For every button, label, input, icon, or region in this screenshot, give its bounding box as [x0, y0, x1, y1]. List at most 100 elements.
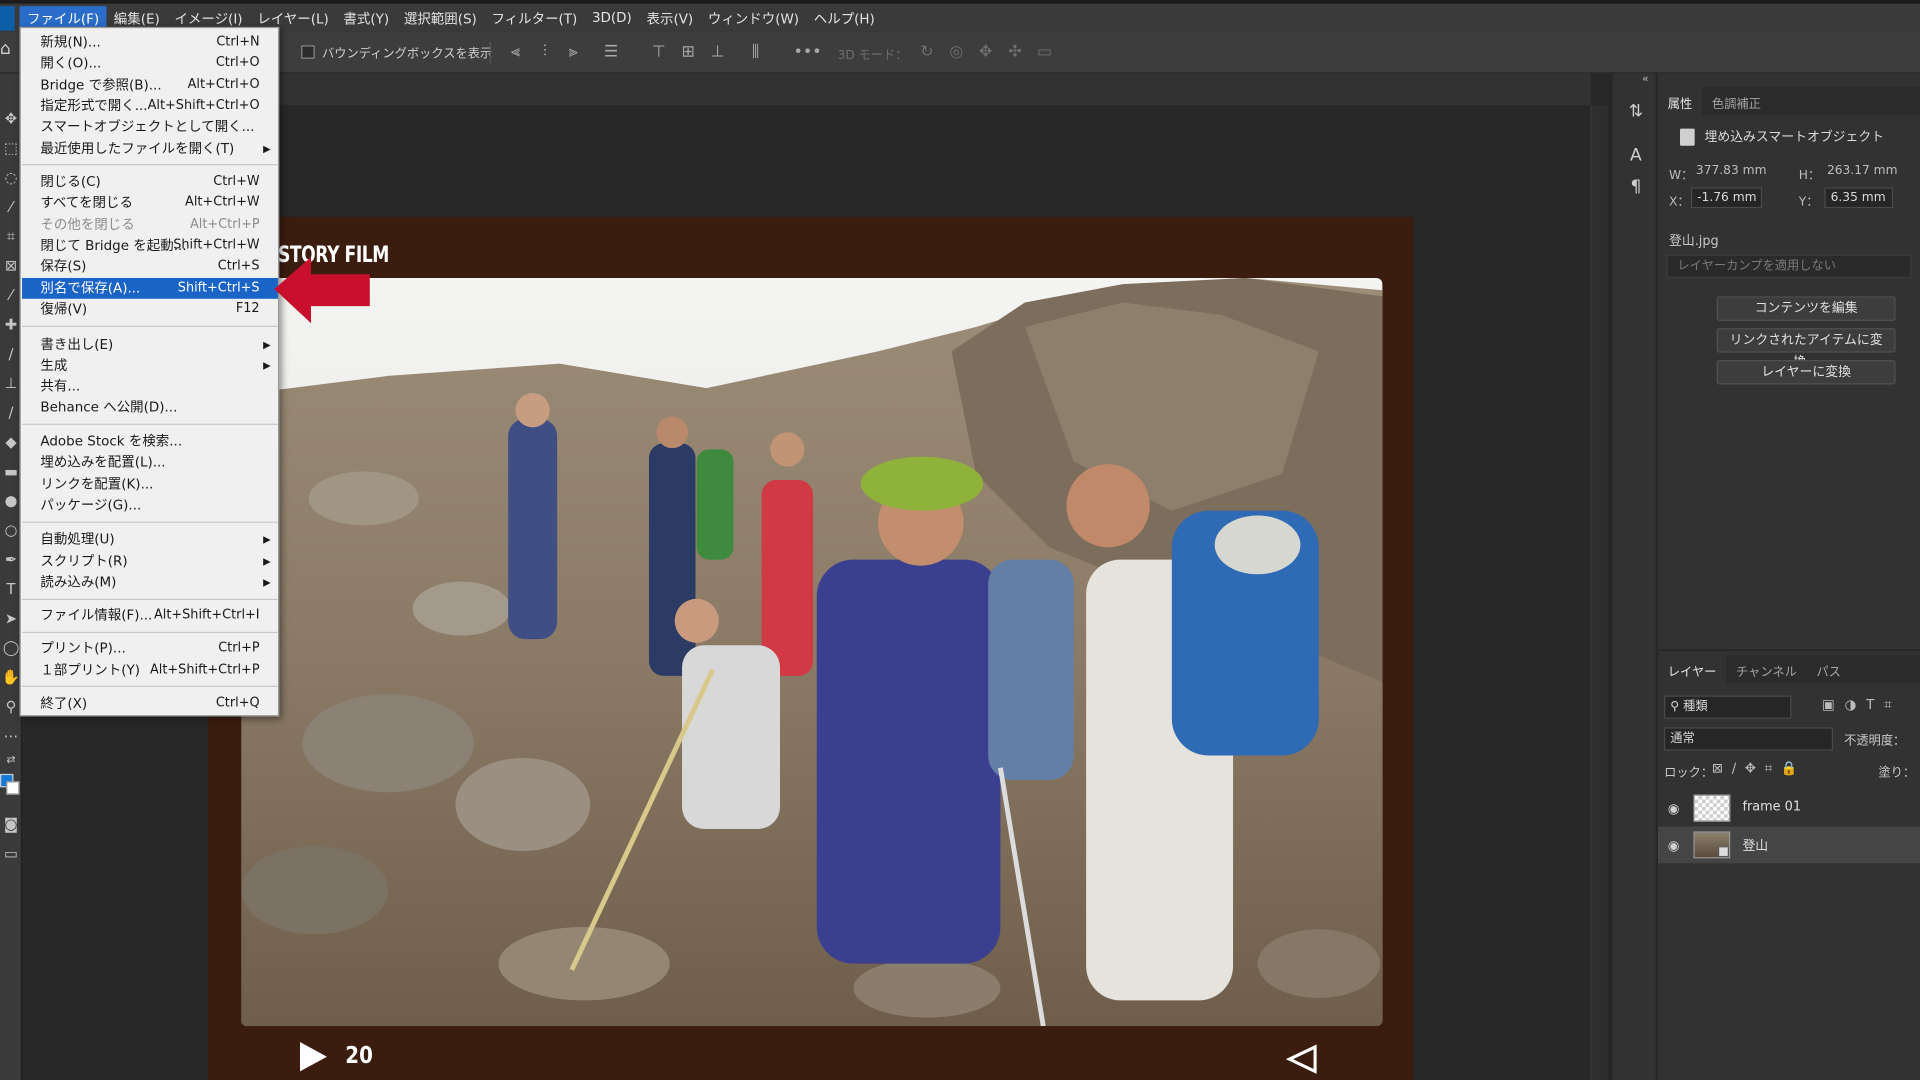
menu-item-file-info[interactable]: ファイル情報(F)... Alt+Shift+Ctrl+I	[22, 605, 278, 626]
screen-mode-icon[interactable]: ▭	[0, 842, 22, 864]
tab-layers[interactable]: レイヤー	[1657, 655, 1727, 684]
menu-item-scripts[interactable]: スクリプト(R) ▶	[22, 551, 278, 572]
layer-name: 登山	[1742, 838, 1769, 854]
menu-item-open-smart-object[interactable]: スマートオブジェクトとして開く...	[22, 116, 278, 137]
background-color-swatch[interactable]	[6, 781, 20, 795]
menu-help[interactable]: ヘルプ(H)	[806, 6, 882, 30]
fill-label: 塗り：	[1878, 766, 1916, 781]
align-bottom-icon[interactable]: ⊥	[708, 43, 728, 63]
menu-type[interactable]: 書式(Y)	[336, 6, 396, 30]
menu-item-search-adobe-stock[interactable]: Adobe Stock を検索...	[22, 431, 278, 452]
menu-item-open-as[interactable]: 指定形式で開く... Alt+Shift+Ctrl+O	[22, 96, 278, 117]
history-panel-icon[interactable]: ⇅	[1625, 100, 1647, 122]
edit-toolbar-icon[interactable]: ⋯	[0, 725, 22, 747]
3d-drag-icon[interactable]: ✥	[976, 43, 996, 63]
x-position-input[interactable]: -1.76 mm	[1691, 187, 1763, 209]
menu-item-package[interactable]: パッケージ(G)...	[22, 495, 278, 516]
home-icon[interactable]: ⌂	[0, 39, 15, 66]
width-label: W：	[1668, 168, 1694, 183]
visibility-eye-icon[interactable]: ◉	[1668, 838, 1680, 854]
convert-to-layers-button[interactable]: レイヤーに変換	[1716, 360, 1896, 385]
align-right-icon[interactable]: ⫸	[563, 43, 583, 63]
y-position-input[interactable]: 6.35 mm	[1824, 187, 1894, 209]
menu-3d[interactable]: 3D(D)	[585, 7, 640, 28]
tab-paths[interactable]: パス	[1807, 655, 1851, 683]
bounding-box-checkbox[interactable]	[301, 45, 315, 59]
layer-comp-select[interactable]: レイヤーカンプを適用しない	[1666, 254, 1912, 278]
tab-adjustments[interactable]: 色調補正	[1702, 87, 1771, 115]
bounding-box-label: バウンディングボックスを表示	[322, 47, 493, 62]
menu-item-new[interactable]: 新規(N)... Ctrl+N	[22, 32, 278, 53]
menu-item-browse-bridge[interactable]: Bridge で参照(B)... Alt+Ctrl+O	[22, 75, 278, 96]
opacity-label: 不透明度：	[1844, 734, 1906, 749]
lock-options-icons[interactable]: ⊠∕✥⌗🔒	[1712, 760, 1806, 777]
align-top-icon[interactable]: ⊤	[649, 43, 669, 63]
layer-filter-select[interactable]: ⚲ 種類	[1664, 695, 1792, 719]
menu-separator	[22, 685, 278, 687]
visibility-eye-icon[interactable]: ◉	[1668, 801, 1680, 817]
menu-item-print[interactable]: プリント(P)... Ctrl+P	[22, 638, 278, 659]
layer-row[interactable]: ◉ 登山	[1657, 826, 1920, 864]
align-left-icon[interactable]: ⫷	[506, 43, 526, 63]
3d-camera-icon[interactable]: ▭	[1035, 43, 1055, 63]
vertical-scrollbar[interactable]	[1590, 105, 1608, 1080]
align-middle-icon[interactable]: ⊞	[678, 43, 698, 63]
tab-channels[interactable]: チャンネル	[1726, 655, 1806, 683]
menu-item-generate[interactable]: 生成 ▶	[22, 355, 278, 376]
convert-to-linked-button[interactable]: リンクされたアイテムに変換...	[1716, 328, 1896, 370]
menu-select[interactable]: 選択範囲(S)	[396, 6, 484, 30]
file-menu-dropdown: 新規(N)... Ctrl+N 開く(O)... Ctrl+O Bridge で参照…	[19, 26, 280, 717]
paragraph-panel-icon[interactable]: ¶	[1625, 176, 1647, 198]
menu-item-save[interactable]: 保存(S) Ctrl+S	[22, 256, 278, 277]
collapse-arrows-icon[interactable]: «	[1642, 73, 1649, 85]
menu-item-place-linked[interactable]: リンクを配置(K)...	[22, 474, 278, 495]
character-panel-icon[interactable]: A	[1625, 144, 1647, 166]
menu-item-close-all[interactable]: すべてを閉じる Alt+Ctrl+W	[22, 192, 278, 213]
3d-roll-icon[interactable]: ◎	[947, 43, 967, 63]
blend-mode-select[interactable]: 通常	[1664, 727, 1834, 751]
menu-bar: ファイル(F) 編集(E) イメージ(I) レイヤー(L) 書式(Y) 選択範囲…	[0, 0, 1920, 32]
swap-colors-icon[interactable]: ⇄	[0, 749, 22, 771]
menu-item-export[interactable]: 書き出し(E) ▶	[22, 334, 278, 355]
3d-mode-label: 3D モード：	[837, 48, 908, 63]
menu-window[interactable]: ウィンドウ(W)	[701, 6, 807, 30]
menu-filter[interactable]: フィルター(T)	[484, 6, 585, 30]
quick-mask-icon[interactable]: ◙	[0, 813, 22, 835]
menu-item-revert[interactable]: 復帰(V) F12	[22, 299, 278, 320]
layer-name: frame 01	[1742, 799, 1802, 815]
menu-item-open-recent[interactable]: 最近使用したファイルを開く(T) ▶	[22, 138, 278, 159]
layer-row[interactable]: ◉ frame 01	[1658, 790, 1920, 827]
menu-item-exit[interactable]: 終了(X) Ctrl+Q	[22, 693, 278, 714]
align-center-icon[interactable]: ⫶	[535, 43, 555, 63]
3d-orbit-icon[interactable]: ↻	[917, 43, 937, 63]
menu-item-share-behance[interactable]: Behance へ公開(D)...	[22, 397, 278, 418]
menu-item-close-go-bridge[interactable]: 閉じて Bridge を起動... Shift+Ctrl+W	[22, 235, 278, 256]
menu-view[interactable]: 表示(V)	[639, 6, 700, 30]
edit-contents-button[interactable]: コンテンツを編集	[1716, 296, 1896, 321]
lock-label: ロック：	[1664, 766, 1714, 781]
3d-slide-icon[interactable]: ✣	[1005, 43, 1025, 63]
object-type-label: 埋め込みスマートオブジェクト	[1704, 129, 1885, 145]
menu-item-automate[interactable]: 自動処理(U) ▶	[22, 529, 278, 550]
menu-item-place-embedded[interactable]: 埋め込みを配置(L)...	[22, 452, 278, 473]
menu-item-print-one-copy[interactable]: １部プリント(Y) Alt+Shift+Ctrl+P	[22, 660, 278, 681]
more-options-icon[interactable]: •••	[793, 43, 821, 63]
menu-item-share[interactable]: 共有...	[22, 376, 278, 397]
menu-item-open[interactable]: 開く(O)... Ctrl+O	[22, 53, 278, 74]
menu-item-import[interactable]: 読み込み(M) ▶	[22, 572, 278, 593]
menu-separator	[22, 521, 278, 523]
submenu-arrow-icon: ▶	[263, 360, 271, 372]
distribute-vertical-icon[interactable]: ⫼	[746, 43, 766, 63]
height-value[interactable]: 263.17 mm	[1827, 164, 1898, 177]
filter-type-icons[interactable]: ▣◑T⌗	[1822, 697, 1901, 714]
menu-separator	[22, 164, 278, 166]
width-value[interactable]: 377.83 mm	[1696, 164, 1767, 177]
menu-item-save-as[interactable]: 別名で保存(A)... Shift+Ctrl+S	[22, 277, 278, 299]
distribute-icon[interactable]: ☰	[601, 43, 621, 63]
tab-properties[interactable]: 属性	[1657, 86, 1703, 116]
menu-item-close[interactable]: 閉じる(C) Ctrl+W	[22, 171, 278, 192]
options-bar: ⌂ バウンディングボックスを表示 ⫷ ⫶ ⫸ ☰ ⊤ ⊞ ⊥ ⫼ ••• 3D …	[0, 31, 1920, 74]
smart-object-badge-icon	[1717, 846, 1729, 858]
menu-item-close-others[interactable]: その他を閉じる Alt+Ctrl+P	[22, 214, 278, 235]
object-type-header: 埋め込みスマートオブジェクト	[1680, 127, 1885, 146]
